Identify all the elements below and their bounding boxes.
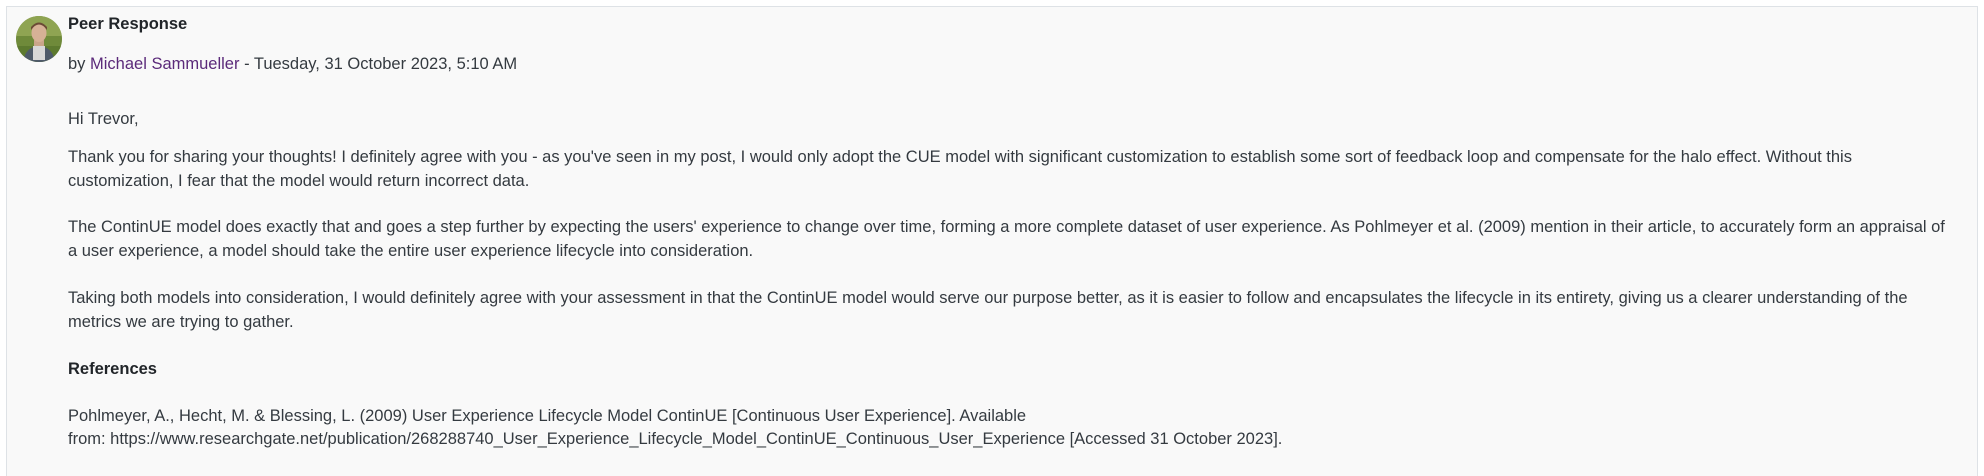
post-date: Tuesday, 31 October 2023, 5:10 AM: [253, 55, 518, 73]
reference-line-1: Pohlmeyer, A., Hecht, M. & Blessing, L. …: [68, 407, 1027, 425]
byline-prefix: by: [68, 55, 91, 73]
forum-post: Peer Response by Michael Sammueller - Tu…: [6, 6, 1978, 476]
post-byline: by Michael Sammueller - Tuesday, 31 Octo…: [68, 55, 517, 74]
post-paragraph-3: Taking both models into consideration, I…: [68, 289, 1908, 331]
references-heading: References: [68, 360, 157, 378]
post-paragraph-1: Thank you for sharing your thoughts! I d…: [68, 148, 1852, 190]
byline-separator: -: [239, 55, 254, 73]
post-greeting: Hi Trevor,: [68, 110, 139, 128]
reference-line-2: from: https://www.researchgate.net/publi…: [68, 430, 1283, 448]
author-link[interactable]: Michael Sammueller: [90, 55, 239, 73]
user-picture-icon: [16, 16, 62, 62]
avatar[interactable]: [16, 16, 62, 62]
post-subject: Peer Response: [68, 15, 188, 33]
post-paragraph-2: The ContinUE model does exactly that and…: [68, 218, 1945, 260]
